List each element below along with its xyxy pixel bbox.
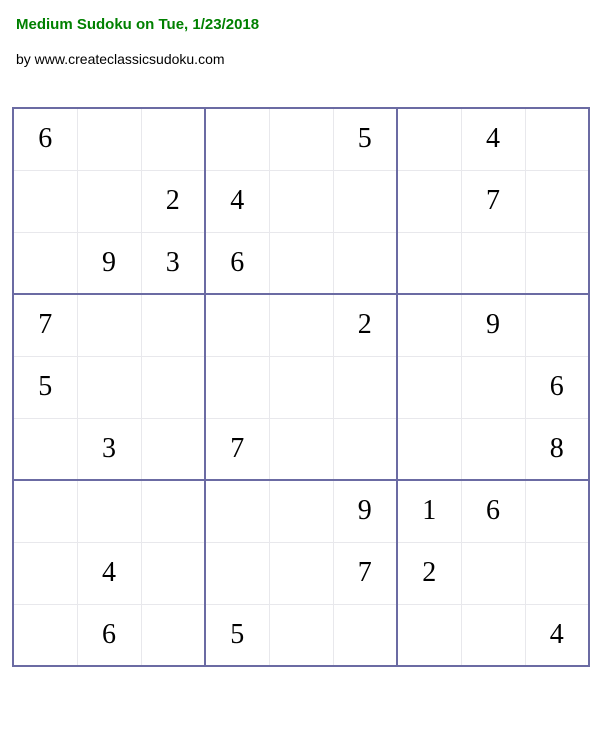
sudoku-cell[interactable] bbox=[77, 170, 141, 232]
sudoku-cell[interactable] bbox=[397, 108, 461, 170]
sudoku-cell[interactable] bbox=[525, 294, 589, 356]
sudoku-cell[interactable] bbox=[333, 232, 397, 294]
sudoku-cell[interactable] bbox=[205, 356, 269, 418]
sudoku-cell[interactable] bbox=[333, 418, 397, 480]
sudoku-cell[interactable]: 3 bbox=[77, 418, 141, 480]
sudoku-cell[interactable] bbox=[13, 480, 77, 542]
sudoku-cell[interactable] bbox=[13, 604, 77, 666]
sudoku-cell[interactable] bbox=[397, 604, 461, 666]
sudoku-cell[interactable] bbox=[525, 480, 589, 542]
sudoku-cell[interactable] bbox=[269, 604, 333, 666]
sudoku-cell[interactable]: 2 bbox=[141, 170, 205, 232]
sudoku-cell[interactable]: 2 bbox=[333, 294, 397, 356]
sudoku-cell[interactable]: 7 bbox=[461, 170, 525, 232]
sudoku-cell[interactable]: 8 bbox=[525, 418, 589, 480]
sudoku-cell[interactable]: 5 bbox=[205, 604, 269, 666]
sudoku-cell[interactable]: 4 bbox=[461, 108, 525, 170]
sudoku-cell[interactable] bbox=[141, 604, 205, 666]
sudoku-cell[interactable] bbox=[269, 108, 333, 170]
sudoku-cell[interactable] bbox=[269, 294, 333, 356]
page-title: Medium Sudoku on Tue, 1/23/2018 bbox=[16, 16, 598, 33]
sudoku-cell[interactable] bbox=[141, 480, 205, 542]
sudoku-cell[interactable] bbox=[269, 232, 333, 294]
sudoku-cell[interactable] bbox=[269, 480, 333, 542]
sudoku-cell[interactable]: 9 bbox=[333, 480, 397, 542]
sudoku-cell[interactable]: 6 bbox=[525, 356, 589, 418]
sudoku-cell[interactable] bbox=[333, 170, 397, 232]
sudoku-cell[interactable] bbox=[461, 418, 525, 480]
sudoku-cell[interactable] bbox=[269, 418, 333, 480]
sudoku-grid: 65424793672956378916472654 bbox=[12, 107, 590, 667]
sudoku-cell[interactable] bbox=[525, 108, 589, 170]
sudoku-cell[interactable] bbox=[13, 542, 77, 604]
sudoku-cell[interactable] bbox=[13, 170, 77, 232]
sudoku-cell[interactable]: 6 bbox=[205, 232, 269, 294]
sudoku-cell[interactable] bbox=[333, 604, 397, 666]
sudoku-cell[interactable] bbox=[141, 294, 205, 356]
sudoku-cell[interactable] bbox=[141, 542, 205, 604]
sudoku-cell[interactable]: 9 bbox=[77, 232, 141, 294]
sudoku-cell[interactable]: 7 bbox=[13, 294, 77, 356]
sudoku-cell[interactable] bbox=[141, 356, 205, 418]
sudoku-cell[interactable] bbox=[397, 232, 461, 294]
sudoku-cell[interactable]: 9 bbox=[461, 294, 525, 356]
sudoku-cell[interactable]: 7 bbox=[333, 542, 397, 604]
sudoku-cell[interactable]: 4 bbox=[205, 170, 269, 232]
sudoku-cell[interactable] bbox=[205, 480, 269, 542]
sudoku-cell[interactable] bbox=[397, 170, 461, 232]
sudoku-cell[interactable] bbox=[77, 356, 141, 418]
sudoku-cell[interactable]: 6 bbox=[77, 604, 141, 666]
sudoku-cell[interactable]: 4 bbox=[77, 542, 141, 604]
sudoku-cell[interactable]: 2 bbox=[397, 542, 461, 604]
sudoku-cell[interactable] bbox=[205, 294, 269, 356]
sudoku-cell[interactable]: 5 bbox=[13, 356, 77, 418]
sudoku-cell[interactable] bbox=[205, 542, 269, 604]
sudoku-cell[interactable] bbox=[77, 480, 141, 542]
sudoku-cell[interactable] bbox=[397, 294, 461, 356]
byline: by www.createclassicsudoku.com bbox=[16, 51, 598, 67]
sudoku-cell[interactable] bbox=[397, 418, 461, 480]
sudoku-cell[interactable] bbox=[525, 170, 589, 232]
sudoku-cell[interactable]: 1 bbox=[397, 480, 461, 542]
sudoku-cell[interactable] bbox=[461, 356, 525, 418]
sudoku-cell[interactable] bbox=[269, 170, 333, 232]
sudoku-cell[interactable] bbox=[205, 108, 269, 170]
sudoku-cell[interactable]: 4 bbox=[525, 604, 589, 666]
sudoku-cell[interactable] bbox=[461, 542, 525, 604]
sudoku-cell[interactable]: 6 bbox=[13, 108, 77, 170]
sudoku-cell[interactable]: 7 bbox=[205, 418, 269, 480]
sudoku-cell[interactable] bbox=[269, 356, 333, 418]
sudoku-cell[interactable] bbox=[461, 232, 525, 294]
sudoku-cell[interactable] bbox=[77, 294, 141, 356]
sudoku-cell[interactable] bbox=[525, 232, 589, 294]
sudoku-cell[interactable] bbox=[13, 232, 77, 294]
sudoku-cell[interactable] bbox=[269, 542, 333, 604]
sudoku-cell[interactable] bbox=[333, 356, 397, 418]
sudoku-cell[interactable] bbox=[141, 108, 205, 170]
sudoku-cell[interactable]: 5 bbox=[333, 108, 397, 170]
sudoku-cell[interactable] bbox=[77, 108, 141, 170]
sudoku-cell[interactable] bbox=[525, 542, 589, 604]
sudoku-cell[interactable] bbox=[141, 418, 205, 480]
sudoku-cell[interactable]: 3 bbox=[141, 232, 205, 294]
sudoku-cell[interactable] bbox=[13, 418, 77, 480]
sudoku-cell[interactable] bbox=[397, 356, 461, 418]
sudoku-cell[interactable] bbox=[461, 604, 525, 666]
sudoku-cell[interactable]: 6 bbox=[461, 480, 525, 542]
